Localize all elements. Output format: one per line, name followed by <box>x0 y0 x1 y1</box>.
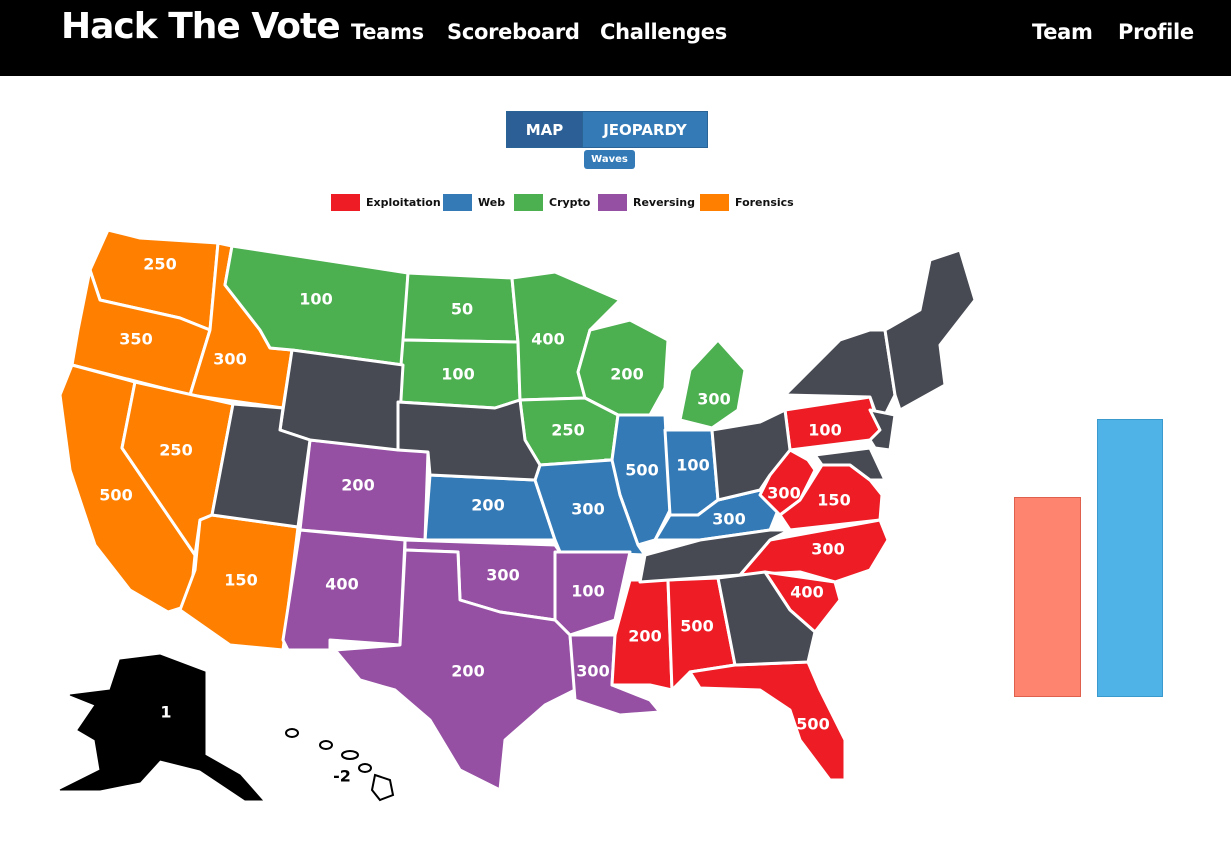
points-ms: 200 <box>628 627 661 646</box>
points-ks: 200 <box>471 496 504 515</box>
progress-bar-left <box>1014 497 1081 697</box>
points-ca: 500 <box>99 486 132 505</box>
points-fl: 500 <box>796 715 829 734</box>
points-pa: 100 <box>808 421 841 440</box>
points-mt: 100 <box>299 290 332 309</box>
points-id: 300 <box>213 350 246 369</box>
points-ia: 250 <box>551 421 584 440</box>
points-ok: 300 <box>486 566 519 585</box>
points-hi: -2 <box>333 767 351 786</box>
progress-bar-right <box>1097 419 1163 697</box>
points-nv: 250 <box>159 441 192 460</box>
points-sc: 400 <box>790 583 823 602</box>
state-ak[interactable] <box>59 654 264 801</box>
points-al: 500 <box>680 617 713 636</box>
points-wv: 300 <box>767 484 800 503</box>
points-tx: 200 <box>451 662 484 681</box>
points-nc: 300 <box>811 540 844 559</box>
points-mn: 400 <box>531 330 564 349</box>
points-ak: 1 <box>160 703 171 722</box>
points-la: 300 <box>576 662 609 681</box>
state-new-england[interactable] <box>883 248 977 412</box>
us-challenge-map: 250 350 300 500 250 150 100 50 100 400 2… <box>58 228 977 802</box>
points-nm: 400 <box>325 575 358 594</box>
points-il: 500 <box>625 461 658 480</box>
points-or: 350 <box>119 330 152 349</box>
points-mo: 300 <box>571 500 604 519</box>
points-az: 150 <box>224 571 257 590</box>
state-hi[interactable] <box>285 728 395 802</box>
points-in: 100 <box>676 456 709 475</box>
points-mi: 300 <box>697 390 730 409</box>
points-ky: 300 <box>712 510 745 529</box>
points-va: 150 <box>817 491 850 510</box>
points-nd: 50 <box>451 300 473 319</box>
points-wa: 250 <box>143 255 176 274</box>
state-mi[interactable] <box>678 338 747 430</box>
points-wi: 200 <box>610 365 643 384</box>
points-sd: 100 <box>441 365 474 384</box>
points-ar: 100 <box>571 582 604 601</box>
points-co: 200 <box>341 476 374 495</box>
